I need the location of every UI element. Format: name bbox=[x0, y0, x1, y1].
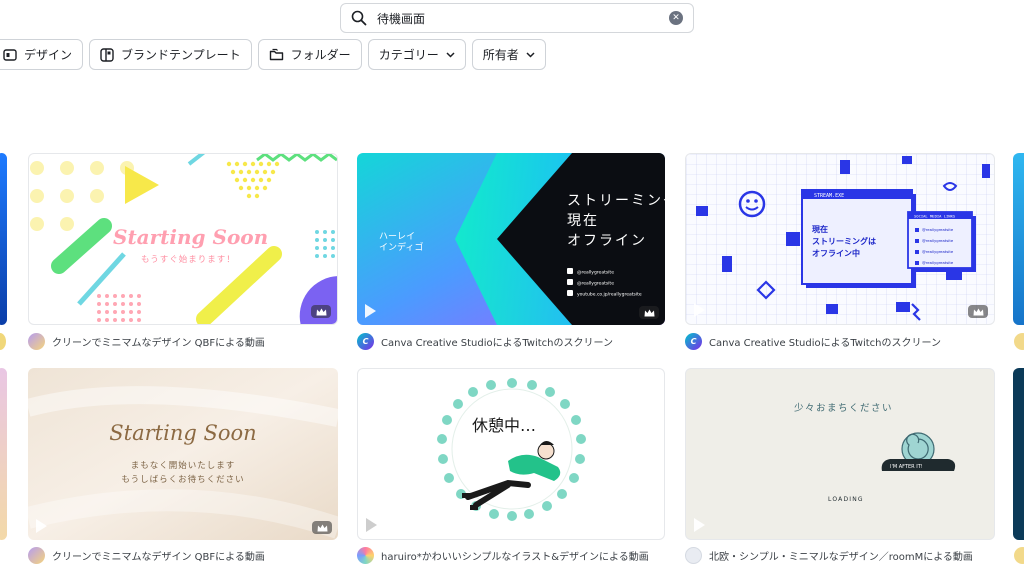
card-caption-text: 北欧・シンプル・ミニマルなデザイン／roomMによる動画 bbox=[709, 552, 973, 563]
thumbnail-title-line2: 現在 bbox=[567, 213, 599, 229]
thumbnail-social-1: @reallygreatsite bbox=[577, 270, 614, 276]
message-line1: 現在 bbox=[812, 224, 828, 234]
card-caption[interactable]: C Canva Creative StudioによるTwitchのスクリーン bbox=[685, 333, 941, 350]
card-caption-text: クリーンでミニマムなデザイン QBFによる動画 bbox=[52, 552, 265, 563]
template-thumbnail: ハーレイ インディゴ ストリーミング 現在 オフライン @reallygreat… bbox=[357, 153, 665, 325]
filter-folders-label: フォルダー bbox=[290, 48, 351, 62]
partial-card-left-row1[interactable] bbox=[0, 153, 7, 325]
panel-item-3: @reallygreatsite bbox=[922, 249, 954, 254]
panel-item-4: @reallygreatsite bbox=[922, 260, 954, 265]
thumbnail-line2: もうしばらくお待ちください bbox=[121, 474, 244, 485]
partial-avatar-left bbox=[0, 333, 6, 350]
premium-crown-icon bbox=[311, 305, 331, 318]
partial-avatar-right bbox=[1014, 333, 1024, 350]
play-icon bbox=[365, 304, 376, 318]
filter-category[interactable]: カテゴリー bbox=[367, 39, 466, 70]
play-icon bbox=[694, 303, 705, 317]
thumbnail-title-line3: オフライン bbox=[567, 233, 647, 249]
filter-folders[interactable]: フォルダー bbox=[257, 39, 362, 70]
clear-search-icon[interactable]: ✕ bbox=[669, 11, 683, 25]
template-card[interactable]: Starting Soon まもなく開始いたします もうしばらくお待ちください bbox=[28, 368, 338, 540]
filter-bar: デザイン ブランドテンプレート フォルダー カテゴリー 所有者 bbox=[0, 39, 546, 70]
window-title: STREAM.EXE bbox=[814, 193, 844, 199]
play-icon bbox=[37, 303, 48, 317]
card-caption[interactable]: C Canva Creative StudioによるTwitchのスクリーン bbox=[357, 333, 613, 350]
message-line3: オフライン中 bbox=[812, 248, 860, 258]
chevron-down-icon bbox=[446, 51, 455, 58]
thumbnail-left-text-2: インディゴ bbox=[379, 241, 423, 253]
thumbnail-title: Starting Soon bbox=[109, 421, 256, 445]
partial-card-right-row2[interactable] bbox=[1013, 368, 1024, 540]
thumbnail-title: 少々おまちください bbox=[794, 403, 893, 414]
creator-avatar bbox=[685, 547, 702, 564]
panel-item-2: @reallygreatsite bbox=[922, 238, 954, 243]
thumbnail-left-text-1: ハーレイ bbox=[379, 232, 415, 242]
thumbnail-social-2: @reallygreatsite bbox=[577, 281, 614, 287]
premium-crown-icon bbox=[639, 306, 659, 319]
play-icon bbox=[366, 518, 377, 532]
thumbnail-badge: I'M AFTER IT! bbox=[890, 464, 923, 470]
thumbnail-title: Starting Soon bbox=[113, 225, 268, 249]
chevron-down-icon bbox=[526, 51, 535, 58]
creator-avatar bbox=[357, 547, 374, 564]
brand-template-icon bbox=[100, 47, 114, 62]
template-thumbnail: Starting Soon もうすぐ始まります！ bbox=[30, 154, 337, 324]
template-thumbnail: Starting Soon まもなく開始いたします もうしばらくお待ちください bbox=[28, 368, 338, 540]
card-caption-text: クリーンでミニマムなデザイン QBFによる動画 bbox=[52, 338, 265, 349]
thumbnail-subtitle: もうすぐ始まります！ bbox=[141, 254, 236, 265]
creator-avatar bbox=[28, 547, 45, 564]
template-card[interactable]: Starting Soon もうすぐ始まります！ bbox=[28, 153, 338, 325]
template-card[interactable]: STREAM.EXE 現在 ストリーミングは オフライン中 SOCIAL MED… bbox=[685, 153, 995, 325]
thumbnail-social-3: youtube.co.jp/reallygreatsite bbox=[577, 292, 642, 298]
template-thumbnail: 少々おまちください I'M AFTER IT! LOADING bbox=[794, 403, 956, 503]
card-caption[interactable]: haruiro*かわいいシンプルなイラスト&デザインによる動画 bbox=[357, 547, 649, 564]
message-line2: ストリーミングは bbox=[812, 236, 876, 246]
template-thumbnail: 休憩中… bbox=[437, 378, 586, 521]
canva-creative-studio-avatar: C bbox=[685, 333, 702, 350]
card-caption-text: haruiro*かわいいシンプルなイラスト&デザインによる動画 bbox=[381, 552, 649, 563]
folder-icon bbox=[269, 48, 283, 61]
panel-title: SOCIAL MEDIA LINKS bbox=[914, 214, 956, 219]
filter-owner-label: 所有者 bbox=[482, 48, 519, 62]
play-icon bbox=[694, 518, 705, 532]
partial-avatar-right-2 bbox=[1014, 547, 1024, 564]
card-caption[interactable]: 北欧・シンプル・ミニマルなデザイン／roomMによる動画 bbox=[685, 547, 973, 564]
template-thumbnail: STREAM.EXE 現在 ストリーミングは オフライン中 SOCIAL MED… bbox=[686, 154, 994, 324]
card-caption-text: Canva Creative StudioによるTwitchのスクリーン bbox=[709, 338, 941, 349]
filter-category-label: カテゴリー bbox=[378, 48, 439, 62]
filter-brand-templates-label: ブランドテンプレート bbox=[121, 48, 241, 62]
thumbnail-title: 休憩中… bbox=[472, 416, 536, 435]
play-icon bbox=[36, 519, 47, 533]
card-caption-text: Canva Creative StudioによるTwitchのスクリーン bbox=[381, 338, 613, 349]
filter-design[interactable]: デザイン bbox=[0, 39, 84, 70]
template-card[interactable]: 休憩中… bbox=[357, 368, 665, 540]
card-caption[interactable]: クリーンでミニマムなデザイン QBFによる動画 bbox=[28, 547, 265, 564]
thumbnail-loading: LOADING bbox=[828, 496, 864, 503]
card-caption[interactable]: クリーンでミニマムなデザイン QBFによる動画 bbox=[28, 333, 265, 350]
filter-owner[interactable]: 所有者 bbox=[471, 39, 546, 70]
search-icon bbox=[351, 10, 367, 26]
thumbnail-title-line1: ストリーミング bbox=[567, 193, 665, 209]
filter-brand-templates[interactable]: ブランドテンプレート bbox=[89, 39, 252, 70]
partial-card-right-row1[interactable] bbox=[1013, 153, 1024, 325]
panel-item-1: @reallygreatsite bbox=[922, 227, 954, 232]
filter-design-label: デザイン bbox=[24, 48, 73, 62]
premium-crown-icon bbox=[312, 521, 332, 534]
design-icon bbox=[3, 48, 17, 61]
thumbnail-line1: まもなく開始いたします bbox=[131, 460, 236, 471]
search-input[interactable]: 待機画面 bbox=[377, 10, 669, 27]
search-bar[interactable]: 待機画面 ✕ bbox=[340, 3, 694, 33]
template-card[interactable]: 少々おまちください I'M AFTER IT! LOADING bbox=[685, 368, 995, 540]
canva-creative-studio-avatar: C bbox=[357, 333, 374, 350]
partial-card-left-row2[interactable] bbox=[0, 368, 7, 540]
template-card[interactable]: ハーレイ インディゴ ストリーミング 現在 オフライン @reallygreat… bbox=[357, 153, 665, 325]
creator-avatar bbox=[28, 333, 45, 350]
premium-crown-icon bbox=[968, 305, 988, 318]
